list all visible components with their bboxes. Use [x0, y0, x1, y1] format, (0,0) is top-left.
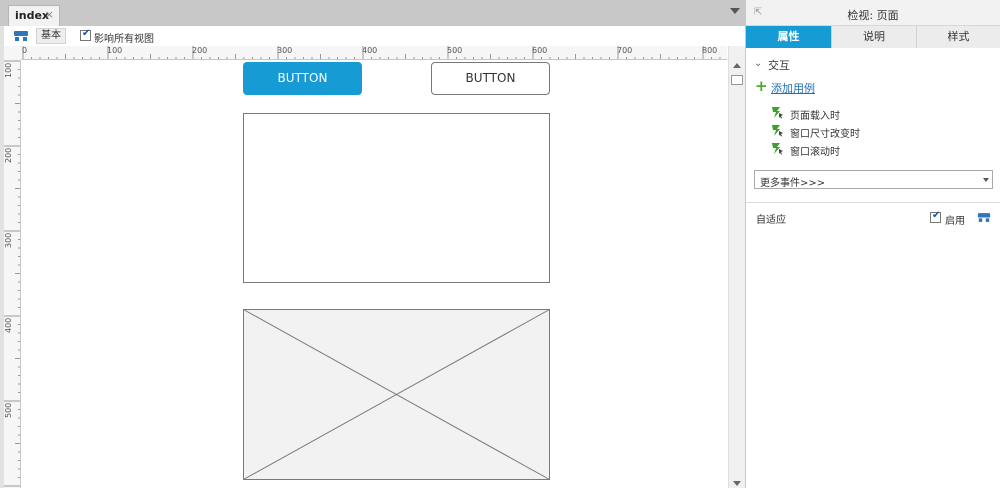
dropdown-arrow-icon[interactable] — [983, 178, 989, 182]
ruler-label: 300 — [4, 232, 13, 248]
tab-menu-dropdown-icon[interactable] — [730, 8, 740, 14]
ruler-corner — [4, 46, 21, 60]
tab-close-icon[interactable]: × — [45, 8, 54, 21]
ruler-label: 100 — [107, 46, 123, 55]
adaptive-enable-checkbox[interactable]: ✔ — [930, 210, 941, 223]
check-icon: ✔ — [932, 210, 941, 221]
ruler-label: 300 — [277, 46, 293, 55]
canvas-vertical-scrollbar[interactable] — [728, 46, 745, 488]
ruler-label: 800 — [702, 46, 718, 55]
vertical-ruler-ticks — [4, 60, 20, 487]
affect-all-views-checkbox[interactable]: ✔ — [80, 28, 91, 41]
ruler-label: 400 — [362, 46, 378, 55]
ruler-label: 200 — [4, 147, 13, 163]
chevron-down-icon[interactable]: ⌄ — [754, 58, 762, 69]
add-case-link[interactable]: 添加用例 — [771, 80, 815, 96]
rectangle-box-widget[interactable] — [243, 113, 550, 283]
vertical-ruler: 100 200 300 400 500 — [4, 60, 21, 488]
section-divider — [746, 202, 1000, 203]
ruler-label: 500 — [4, 402, 13, 418]
tab-notes[interactable]: 说明 — [831, 26, 916, 48]
ruler-label: 500 — [447, 46, 463, 55]
add-icon[interactable]: + — [755, 79, 768, 94]
ruler-label: 200 — [192, 46, 208, 55]
ruler-label: 0 — [22, 46, 28, 55]
affect-all-views-label: 影响所有视图 — [94, 34, 154, 45]
tab-properties[interactable]: 属性 — [746, 26, 831, 48]
inspector-panel — [745, 0, 1000, 488]
adaptive-enable-label: 启用 — [945, 216, 965, 227]
inspector-title: 检视: 页面 — [847, 9, 899, 22]
primary-button-widget[interactable]: BUTTON — [243, 62, 362, 95]
event-page-load[interactable]: 页面载入时 — [790, 107, 840, 122]
adaptive-view-icon[interactable] — [977, 212, 991, 223]
interaction-section-title[interactable]: 交互 — [768, 57, 790, 73]
default-button-widget[interactable]: BUTTON — [431, 62, 550, 95]
scroll-down-icon[interactable] — [733, 481, 741, 486]
event-lightning-icon — [772, 143, 783, 155]
more-events-dropdown[interactable]: 更多事件>>> — [754, 170, 993, 189]
event-lightning-icon — [772, 125, 783, 137]
ruler-label: 400 — [4, 317, 13, 333]
view-base-button[interactable]: 基本 — [36, 28, 66, 44]
adaptive-view-icon[interactable] — [13, 30, 29, 42]
image-placeholder-widget[interactable] — [243, 309, 550, 480]
scroll-up-icon[interactable] — [733, 63, 741, 68]
scroll-thumb[interactable] — [731, 75, 743, 85]
ruler-label: 600 — [532, 46, 548, 55]
horizontal-ruler: 0 100 200 300 400 500 600 700 800 — [21, 46, 727, 60]
event-lightning-icon — [772, 107, 783, 119]
event-window-scroll[interactable]: 窗口滚动时 — [790, 143, 840, 158]
tab-index[interactable]: index × — [8, 5, 60, 26]
check-icon: ✔ — [82, 28, 91, 39]
tab-style[interactable]: 样式 — [916, 26, 1000, 48]
event-window-resize[interactable]: 窗口尺寸改变时 — [790, 125, 860, 140]
adaptive-label: 自适应 — [756, 215, 786, 226]
document-tab-strip — [0, 0, 745, 26]
more-events-label: 更多事件>>> — [760, 178, 826, 189]
ruler-label: 100 — [4, 62, 13, 78]
ruler-label: 700 — [617, 46, 633, 55]
